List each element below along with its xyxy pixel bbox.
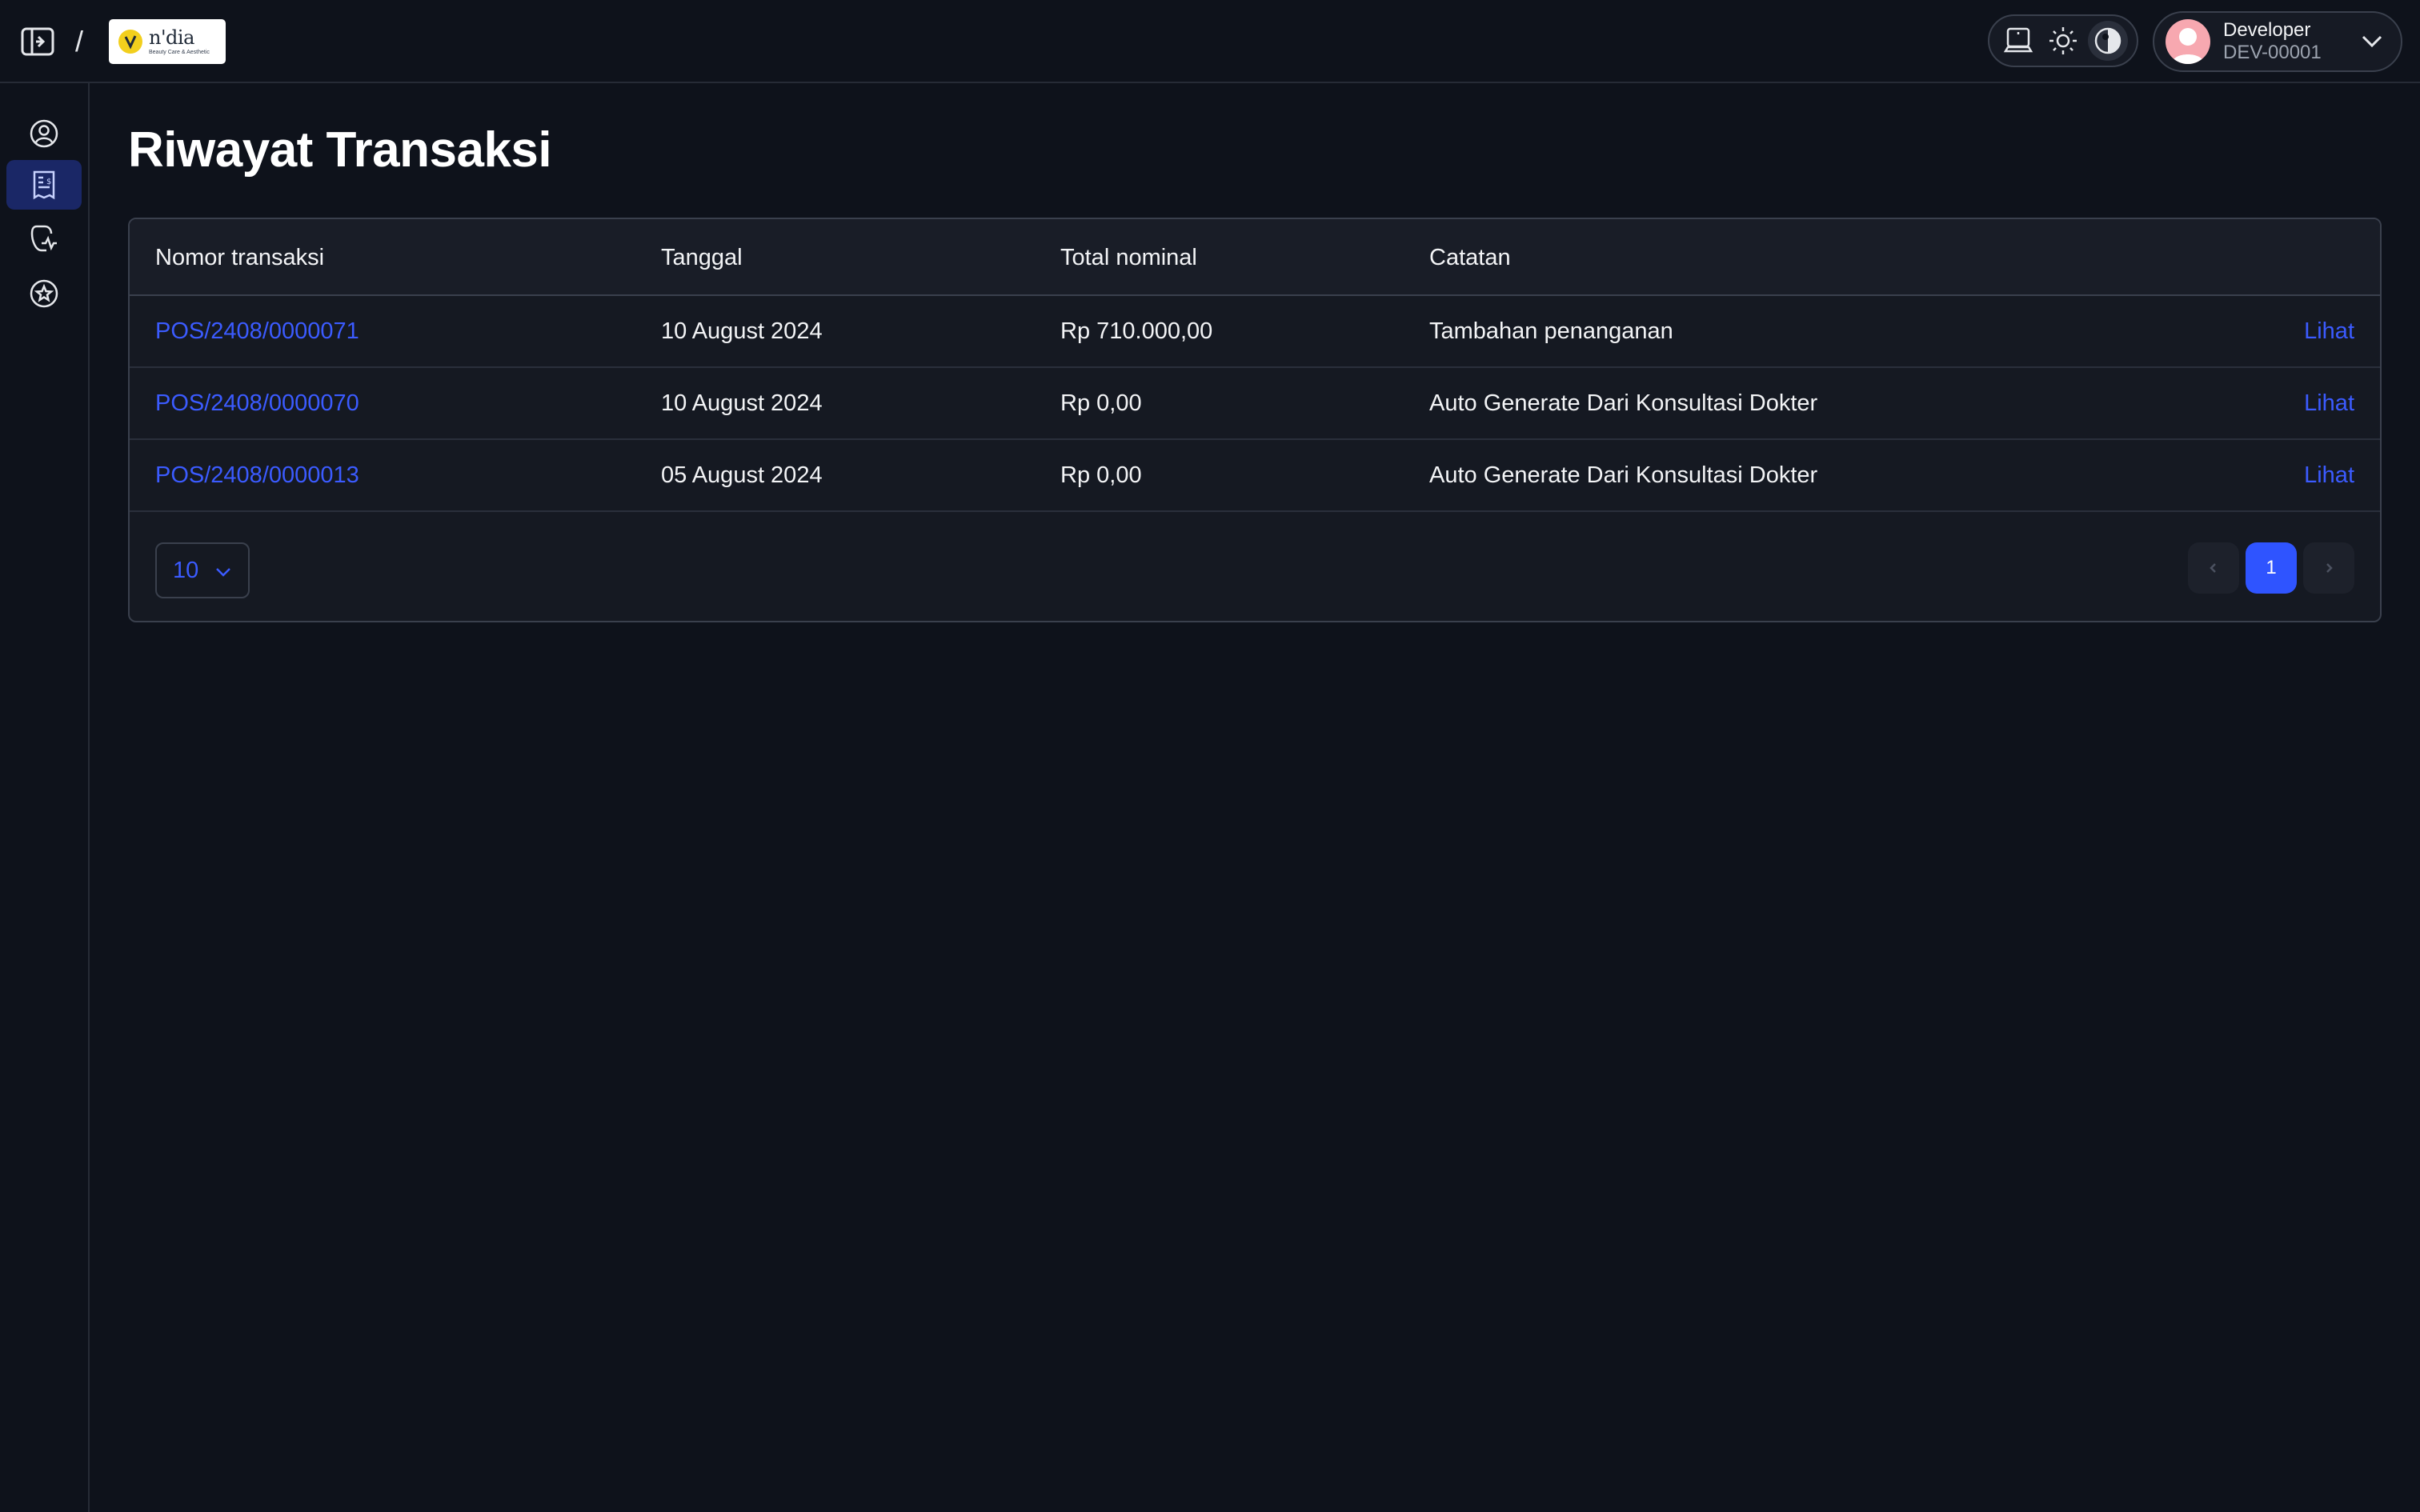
- sidebar-toggle-button[interactable]: [18, 22, 58, 61]
- logo-name: n'dia: [149, 26, 194, 49]
- transaction-note: Auto Generate Dari Konsultasi Dokter: [1429, 390, 1818, 416]
- transaction-date: 10 August 2024: [661, 390, 823, 416]
- table-row: POS/2408/0000013 05 August 2024 Rp 0,00 …: [130, 440, 2380, 512]
- sidebar-item-health-records[interactable]: [6, 214, 82, 264]
- theme-dark-button[interactable]: [2088, 21, 2128, 61]
- laptop-icon: [2003, 27, 2033, 53]
- health-report-icon: [30, 225, 57, 252]
- side-navigation: $: [0, 83, 90, 1512]
- avatar: [2166, 19, 2210, 64]
- sidebar-item-profile[interactable]: [6, 109, 82, 158]
- transaction-total: Rp 0,00: [1060, 462, 1142, 488]
- receipt-icon: $: [33, 170, 55, 200]
- pagination: 1: [2188, 542, 2354, 594]
- contrast-icon: [2094, 27, 2122, 54]
- theme-light-button[interactable]: [2043, 21, 2083, 61]
- column-header-date: Tanggal: [661, 244, 743, 270]
- column-header-number: Nomor transaksi: [155, 244, 325, 270]
- logo-tagline: Beauty Care & Aesthetic: [149, 49, 210, 55]
- theme-system-button[interactable]: [1998, 21, 2038, 61]
- table-row: POS/2408/0000071 10 August 2024 Rp 710.0…: [130, 296, 2380, 368]
- view-transaction-link[interactable]: Lihat: [2304, 368, 2354, 438]
- transaction-date: 05 August 2024: [661, 462, 823, 488]
- top-bar: / n'dia Beauty Care & Aesthetic Develope…: [0, 0, 2420, 83]
- star-badge-icon: [30, 279, 58, 308]
- user-circle-icon: [30, 119, 58, 148]
- sidebar-item-membership[interactable]: [6, 269, 82, 318]
- transaction-total: Rp 710.000,00: [1060, 318, 1213, 344]
- user-menu-button[interactable]: Developer DEV-00001: [2153, 11, 2402, 72]
- svg-text:$: $: [46, 178, 51, 186]
- rows-per-page-value: 10: [173, 557, 199, 583]
- transaction-total: Rp 0,00: [1060, 390, 1142, 416]
- chevron-left-icon: [2210, 563, 2216, 573]
- user-avatar-icon: [2172, 28, 2204, 64]
- transaction-note: Tambahan penanganan: [1429, 318, 1673, 344]
- transaction-note: Auto Generate Dari Konsultasi Dokter: [1429, 462, 1818, 488]
- rows-per-page-select[interactable]: 10: [155, 542, 250, 598]
- user-name: Developer: [2223, 19, 2311, 41]
- table-header: Nomor transaksi Tanggal Total nominal Ca…: [130, 219, 2380, 296]
- sidebar-expand-icon: [21, 27, 54, 56]
- transactions-table: Nomor transaksi Tanggal Total nominal Ca…: [128, 218, 2382, 622]
- theme-switcher: [1988, 14, 2138, 67]
- view-transaction-link[interactable]: Lihat: [2304, 440, 2354, 510]
- page-button-current[interactable]: 1: [2246, 542, 2297, 594]
- transaction-date: 10 August 2024: [661, 318, 823, 344]
- table-footer: 10 1: [130, 512, 2380, 621]
- brand-logo[interactable]: n'dia Beauty Care & Aesthetic: [109, 19, 226, 64]
- user-id: DEV-00001: [2223, 42, 2322, 63]
- next-page-button[interactable]: [2303, 542, 2354, 594]
- chevron-down-icon: [216, 568, 230, 577]
- column-header-total: Total nominal: [1060, 244, 1197, 270]
- chevron-down-icon: [2362, 35, 2382, 48]
- transaction-number-link[interactable]: POS/2408/0000071: [155, 296, 359, 366]
- sidebar-item-transactions[interactable]: $: [6, 160, 82, 210]
- breadcrumb-separator: /: [75, 25, 84, 58]
- sun-icon: [2049, 27, 2077, 54]
- chevron-right-icon: [2326, 563, 2333, 573]
- view-transaction-link[interactable]: Lihat: [2304, 296, 2354, 366]
- table-row: POS/2408/0000070 10 August 2024 Rp 0,00 …: [130, 368, 2380, 440]
- transaction-number-link[interactable]: POS/2408/0000013: [155, 440, 359, 510]
- column-header-note: Catatan: [1429, 244, 1511, 270]
- page-title: Riwayat Transaksi: [128, 122, 552, 178]
- previous-page-button[interactable]: [2188, 542, 2239, 594]
- transaction-number-link[interactable]: POS/2408/0000070: [155, 368, 359, 438]
- logo-mark-icon: [118, 30, 142, 54]
